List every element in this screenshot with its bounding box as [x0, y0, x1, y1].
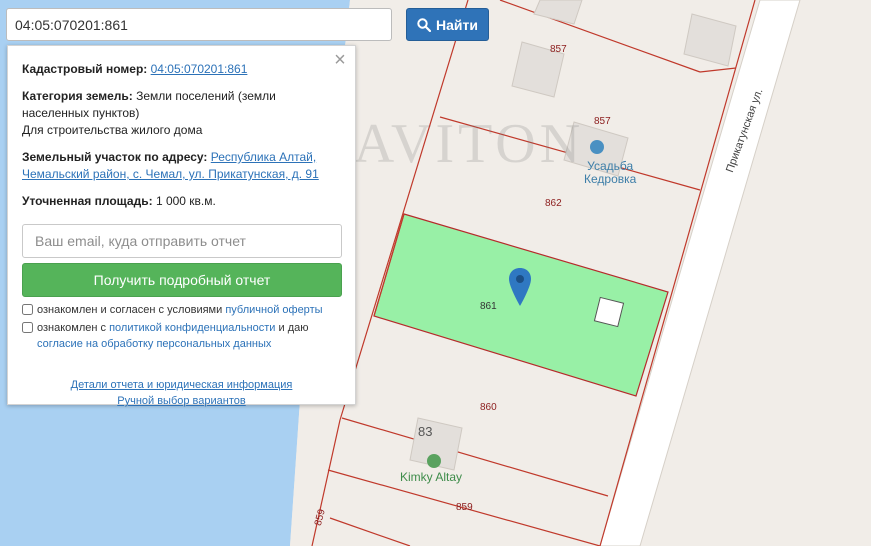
poi-hotel-label[interactable]: Усадьба Кедровка: [584, 160, 636, 186]
parcel-info-panel: × Кадастровый номер: 04:05:070201:861 Ка…: [7, 45, 356, 407]
area-row: Уточненная площадь: 1 000 кв.м.: [22, 193, 341, 210]
category-label: Категория земель:: [22, 89, 133, 103]
parcel-label-857-b: 857: [594, 116, 611, 127]
location-pin-icon[interactable]: [509, 268, 531, 306]
shop-poi-icon[interactable]: [427, 454, 441, 468]
poi-hotel-line2: Кедровка: [584, 172, 637, 186]
category-row: Категория земель: Земли поселений (земли…: [22, 88, 341, 139]
parcel-label-859: 859: [456, 502, 473, 513]
search-icon: [417, 17, 432, 32]
address-label: Земельный участок по адресу:: [22, 150, 208, 164]
consent-offer-label: ознакомлен и согласен с условиями: [37, 304, 223, 316]
poi-shop-label[interactable]: Kimky Altay: [400, 471, 462, 484]
consent-privacy-row: ознакомлен с политикой конфиденциальност…: [22, 320, 341, 352]
get-report-button[interactable]: Получить подробный отчет: [22, 263, 342, 297]
cadastral-row: Кадастровый номер: 04:05:070201:861: [22, 61, 341, 78]
consent-offer-text: ознакомлен и согласен с условиями публич…: [37, 302, 323, 318]
panel-footer-links: Детали отчета и юридическая информация Р…: [22, 377, 341, 409]
consent-privacy-label-a: ознакомлен с: [37, 322, 107, 334]
consent-offer-checkbox[interactable]: [22, 304, 33, 315]
privacy-policy-link[interactable]: политикой конфиденциальности: [109, 322, 275, 334]
search-button-label: Найти: [436, 16, 478, 33]
building-number: 83: [418, 424, 433, 439]
parcel-label-861: 861: [480, 301, 497, 312]
hotel-poi-icon[interactable]: [590, 140, 604, 154]
parcel-label-862: 862: [545, 198, 562, 209]
search-button[interactable]: Найти: [406, 8, 489, 41]
parcel-label-857: 857: [550, 44, 567, 55]
close-icon[interactable]: ×: [332, 50, 348, 70]
email-input[interactable]: [22, 224, 342, 258]
data-processing-link[interactable]: согласие на обработку персональных данны…: [37, 338, 271, 350]
consent-privacy-label-b: и даю: [278, 322, 309, 334]
manual-selection-link[interactable]: Ручной выбор вариантов: [117, 393, 245, 409]
cadastral-label: Кадастровый номер:: [22, 62, 148, 76]
public-offer-link[interactable]: публичной оферты: [225, 304, 322, 316]
area-value: 1 000 кв.м.: [155, 194, 216, 208]
cadastral-link[interactable]: 04:05:070201:861: [151, 62, 248, 76]
parcel-label-860: 860: [480, 402, 497, 413]
report-details-link[interactable]: Детали отчета и юридическая информация: [71, 377, 293, 393]
area-label: Уточненная площадь:: [22, 194, 153, 208]
consent-privacy-checkbox[interactable]: [22, 322, 33, 333]
address-row: Земельный участок по адресу: Республика …: [22, 149, 341, 183]
search-input[interactable]: [6, 8, 392, 41]
consent-privacy-text: ознакомлен с политикой конфиденциальност…: [37, 320, 341, 352]
building-small-861: [593, 296, 625, 328]
consent-offer-row: ознакомлен и согласен с условиями публич…: [22, 302, 341, 318]
usage-value: Для строительства жилого дома: [22, 123, 203, 137]
